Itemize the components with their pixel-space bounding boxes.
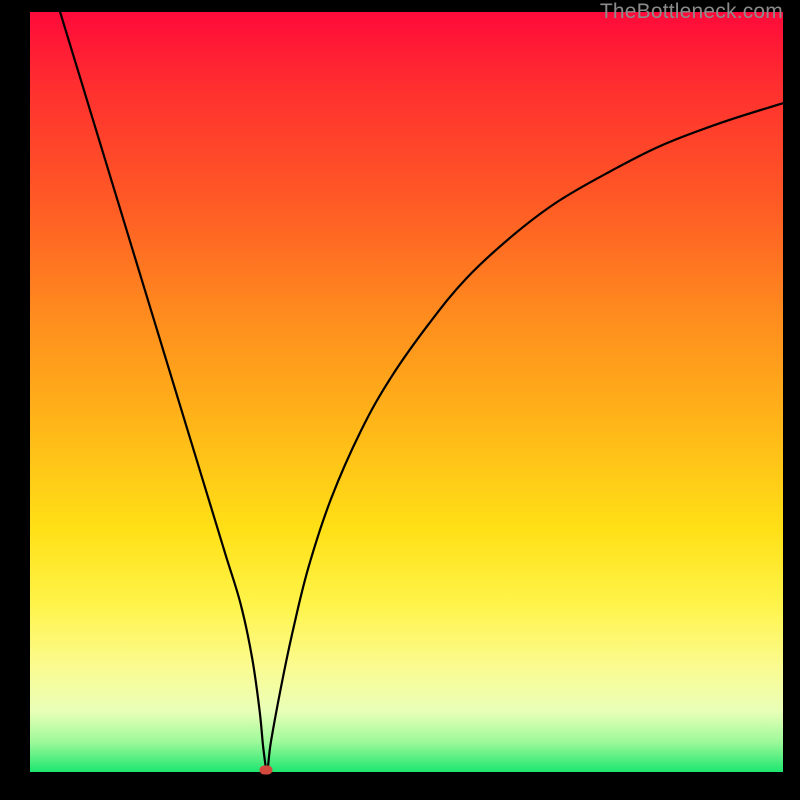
watermark-text: TheBottleneck.com [600,0,783,24]
bottleneck-curve [60,12,783,770]
chart-svg [30,12,783,772]
optimal-point-marker [259,765,272,774]
chart-plot-area [30,12,783,772]
chart-stage: TheBottleneck.com [0,0,800,800]
